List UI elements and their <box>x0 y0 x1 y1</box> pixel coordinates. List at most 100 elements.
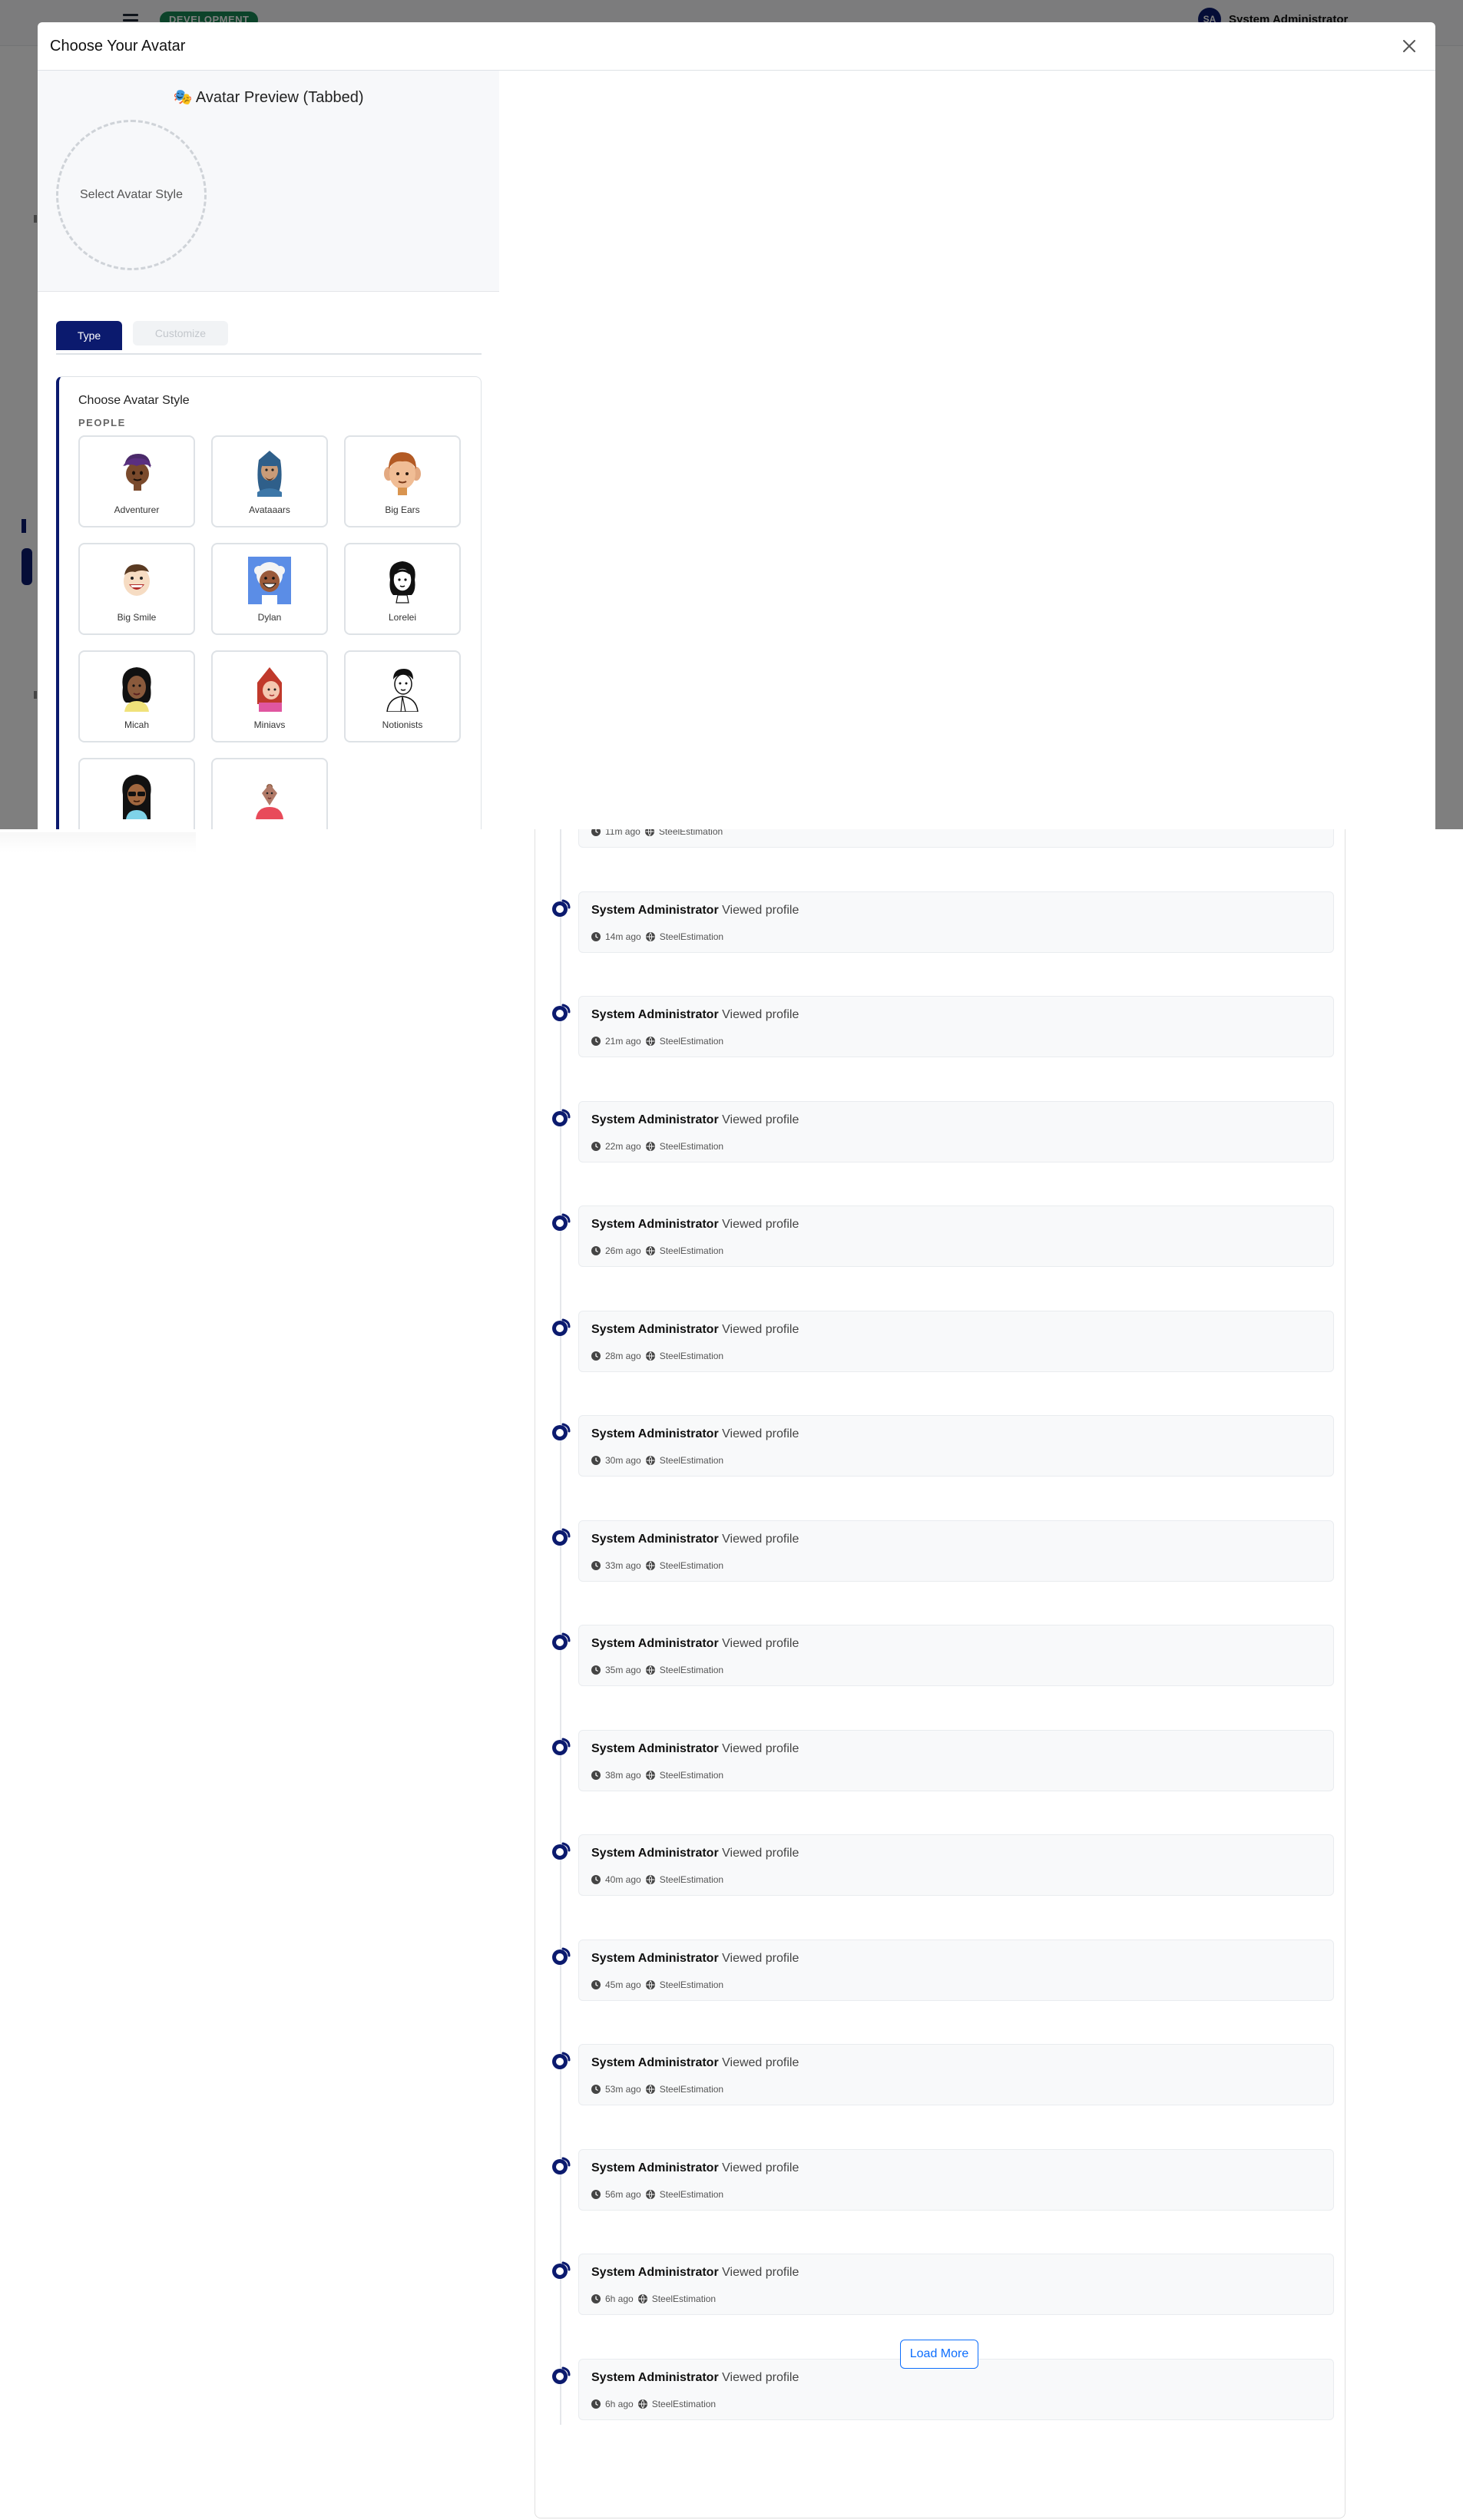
activity-time: 6h ago <box>605 2293 634 2304</box>
activity-text: System Administrator Viewed profile <box>591 1113 799 1127</box>
activity-text: System Administrator Viewed profile <box>591 1533 799 1546</box>
activity-action: Viewed profile <box>722 1113 799 1126</box>
avatar-style-miniavs[interactable]: Miniavs <box>211 650 328 742</box>
activity-item: System Administrator Viewed profile 35m a… <box>578 1625 1334 1686</box>
timeline-marker-icon <box>551 1317 572 1338</box>
activity-text: System Administrator Viewed profile <box>591 1742 799 1756</box>
activity-item: System Administrator Viewed profile 6h ag… <box>578 2254 1334 2315</box>
activity-meta: 35m ago SteelEstimation <box>591 1665 723 1675</box>
activity-actor: System Administrator <box>591 2266 719 2279</box>
clock-icon <box>591 2294 601 2303</box>
avatar-style-label: Dylan <box>257 612 282 623</box>
activity-app: SteelEstimation <box>659 1560 724 1571</box>
avatar-style-lorelei[interactable]: Lorelei <box>344 543 461 635</box>
avatar-style-personas[interactable] <box>211 758 328 829</box>
timeline-marker-icon <box>551 1526 572 1548</box>
avatar-style-big-smile[interactable]: Big Smile <box>78 543 195 635</box>
avatar-style-big-ears[interactable]: Big Ears <box>344 435 461 527</box>
activity-app: SteelEstimation <box>651 2293 717 2304</box>
avatar-style-label: Miniavs <box>253 719 286 730</box>
activity-item: System Administrator Viewed profile 14m a… <box>578 891 1334 953</box>
tab-type[interactable]: Type <box>56 321 122 350</box>
activity-actor: System Administrator <box>591 2056 719 2069</box>
activity-time: 35m ago <box>605 1665 641 1675</box>
activity-action: Viewed profile <box>722 1008 799 1021</box>
globe-icon <box>645 1665 655 1675</box>
activity-app: SteelEstimation <box>659 1874 724 1885</box>
avatar-style-label: Avataaars <box>249 504 290 515</box>
avatar-style-adventurer[interactable]: Adventurer <box>78 435 195 527</box>
activity-action: Viewed profile <box>722 2371 799 2384</box>
activity-item: System Administrator Viewed profile 26m a… <box>578 1205 1334 1267</box>
activity-time: 45m ago <box>605 1979 641 1990</box>
activity-time: 38m ago <box>605 1770 641 1781</box>
activity-app: SteelEstimation <box>659 1770 724 1781</box>
avatar-style-dylan[interactable]: Dylan <box>211 543 328 635</box>
avatar-style-micah[interactable]: Micah <box>78 650 195 742</box>
clock-icon <box>591 1456 601 1465</box>
timeline-line <box>560 814 561 2425</box>
activity-app: SteelEstimation <box>659 1036 724 1047</box>
activity-meta: 56m ago SteelEstimation <box>591 2189 723 2200</box>
avatar-style-avataaars[interactable]: Avataaars <box>211 435 328 527</box>
globe-icon <box>645 1351 655 1361</box>
avatar-style-label: Lorelei <box>388 612 417 623</box>
activity-action: Viewed profile <box>722 1218 799 1231</box>
avatar-modal: Choose Your Avatar 🎭 Avatar Preview (Tab… <box>38 22 1435 829</box>
activity-item: System Administrator Viewed profile 22m a… <box>578 1101 1334 1162</box>
load-more-button[interactable]: Load More <box>900 2340 978 2369</box>
globe-icon <box>645 1246 655 1255</box>
timeline-marker-icon <box>551 1946 572 1967</box>
close-button[interactable] <box>1395 32 1423 60</box>
miniavs-avatar-icon <box>257 667 282 712</box>
activity-app: SteelEstimation <box>659 2189 724 2200</box>
timeline-marker-icon <box>551 1107 572 1129</box>
activity-action: Viewed profile <box>722 904 799 917</box>
modal-header: Choose Your Avatar <box>38 22 1435 71</box>
activity-time: 6h ago <box>605 2399 634 2409</box>
avatar-style-notionists[interactable]: Notionists <box>344 650 461 742</box>
clock-icon <box>591 2399 601 2409</box>
activity-item: System Administrator Viewed profile 38m a… <box>578 1730 1334 1791</box>
activity-actor: System Administrator <box>591 1008 719 1021</box>
activity-meta: 21m ago SteelEstimation <box>591 1036 723 1047</box>
clock-icon <box>591 1246 601 1255</box>
activity-text: System Administrator Viewed profile <box>591 904 799 918</box>
avatar-style-label: Micah <box>124 719 149 730</box>
activity-actor: System Administrator <box>591 2161 719 2174</box>
timeline-marker-icon <box>551 2050 572 2072</box>
activity-meta: 40m ago SteelEstimation <box>591 1874 723 1885</box>
activity-app: SteelEstimation <box>659 1141 724 1152</box>
avatar-style-open-peeps[interactable] <box>78 758 195 829</box>
activity-app: SteelEstimation <box>651 2399 717 2409</box>
modal-body: 🎭 Avatar Preview (Tabbed) Select Avatar … <box>38 71 1435 829</box>
micah-avatar-icon <box>122 667 151 712</box>
activity-text: System Administrator Viewed profile <box>591 1218 799 1232</box>
activity-item: System Administrator Viewed profile 56m a… <box>578 2149 1334 2211</box>
globe-icon <box>645 2190 655 2199</box>
avatar-preview-placeholder: Select Avatar Style <box>56 120 207 270</box>
avatar-style-label: Notionists <box>382 719 423 730</box>
activity-text: System Administrator Viewed profile <box>591 2371 799 2385</box>
clock-icon <box>591 2085 601 2094</box>
activity-meta: 6h ago SteelEstimation <box>591 2293 716 2304</box>
activity-timeline: System Administrator Viewed profile11m a… <box>535 786 1345 2518</box>
activity-meta: 45m ago SteelEstimation <box>591 1979 723 1990</box>
activity-time: 14m ago <box>605 931 641 942</box>
globe-icon <box>645 1875 655 1884</box>
avatar-style-section: Choose Avatar Style PEOPLE Adventurer Av… <box>56 376 482 829</box>
clock-icon <box>591 2190 601 2199</box>
clock-icon <box>591 1142 601 1151</box>
tab-customize[interactable]: Customize <box>133 321 228 346</box>
avatar-tabs: Type Customize <box>56 321 482 355</box>
activity-item: System Administrator Viewed profile 45m a… <box>578 1940 1334 2001</box>
sidebar-edge <box>0 832 196 852</box>
activity-text: System Administrator Viewed profile <box>591 2161 799 2175</box>
activity-text: System Administrator Viewed profile <box>591 2056 799 2070</box>
activity-time: 22m ago <box>605 1141 641 1152</box>
adventurer-avatar-icon <box>123 454 151 491</box>
activity-actor: System Administrator <box>591 1427 719 1440</box>
activity-actor: System Administrator <box>591 1847 719 1860</box>
activity-actor: System Administrator <box>591 1113 719 1126</box>
timeline-marker-icon <box>551 1736 572 1758</box>
